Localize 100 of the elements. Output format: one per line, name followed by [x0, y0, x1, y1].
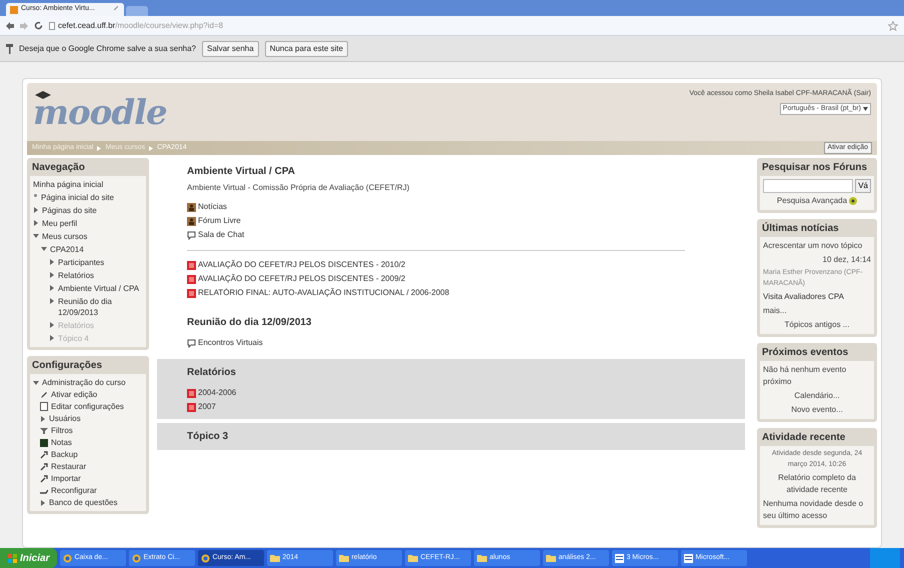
collapsed-arrow-icon[interactable]	[49, 298, 55, 304]
settings-link[interactable]: Restaurar	[51, 461, 86, 472]
forum-icon	[187, 202, 196, 212]
activity-link[interactable]: 2004-2006	[198, 387, 236, 399]
grades-icon	[40, 438, 48, 446]
calendar-link[interactable]: Calendário...	[763, 390, 871, 402]
no-events-text: Não há nenhum evento próximo	[763, 364, 848, 388]
nav-link[interactable]: Reunião do dia 12/09/2013	[58, 296, 143, 318]
activity-link[interactable]: AVALIAÇÃO DO CEFET/RJ PELOS DISCENTES - 2009/2	[198, 273, 406, 285]
settings-link[interactable]: Administração do curso	[42, 377, 126, 388]
block-title: Configurações	[31, 359, 104, 373]
news-headline[interactable]: Visita Avaliadores CPA	[763, 291, 871, 303]
block-title: Navegação	[31, 161, 86, 175]
advanced-search-link[interactable]: Pesquisa Avançada	[776, 195, 848, 207]
settings-link[interactable]: Filtros	[51, 425, 73, 436]
chat-bubble-icon	[187, 338, 196, 348]
folder-icon	[270, 554, 280, 562]
activity-link[interactable]: Sala de Chat	[198, 229, 244, 241]
forum-icon	[187, 216, 196, 226]
calendar-link[interactable]: Novo evento...	[763, 404, 871, 416]
section-title: Tópico 3	[187, 430, 230, 444]
funnel-icon	[40, 426, 48, 434]
block-title: Próximos eventos	[761, 346, 850, 360]
collapsed-arrow-icon[interactable]	[49, 322, 55, 328]
block-title: Atividade recente	[761, 431, 846, 445]
bullet-icon	[34, 194, 37, 197]
activity-link[interactable]: AVALIAÇÃO DO CEFET/RJ PELOS DISCENTES - 2010/2	[198, 259, 406, 271]
settings-link[interactable]: Usuários	[49, 413, 81, 424]
folder-icon	[477, 554, 488, 562]
activity-link[interactable]: Fórum Livre	[198, 215, 241, 227]
wrench-icon	[40, 462, 48, 470]
nav-link[interactable]: Ambiente Virtual / CPA	[58, 283, 140, 294]
settings-link[interactable]: Editar configurações	[51, 401, 124, 412]
activity-link[interactable]: Notícias	[198, 201, 227, 213]
browser-icon	[63, 554, 72, 562]
settings-link[interactable]: Banco de questões	[49, 497, 118, 508]
settings-link[interactable]: Ativar edição	[51, 389, 98, 400]
nav-link[interactable]: Minha página inicial	[33, 179, 104, 190]
collapsed-arrow-icon[interactable]	[49, 272, 55, 278]
windows-flag-icon	[8, 554, 17, 562]
collapsed-arrow-icon[interactable]	[49, 285, 55, 291]
collapsed-arrow-icon[interactable]	[33, 220, 39, 226]
activity-link[interactable]: Encontros Virtuais	[198, 337, 263, 349]
browser-icon	[132, 554, 142, 562]
search-field[interactable]	[763, 179, 854, 193]
folder-icon	[408, 554, 418, 562]
expanded-arrow-icon[interactable]	[33, 233, 39, 239]
collapsed-arrow-icon[interactable]	[40, 416, 46, 422]
activity-link[interactable]: 2007	[198, 401, 216, 413]
infobar-button[interactable]: Nunca para este site	[264, 40, 348, 56]
nav-link[interactable]: Participantes	[58, 257, 104, 268]
block-title: Pesquisar nos Fóruns	[761, 161, 868, 175]
back-icon[interactable]	[6, 22, 14, 30]
nav-link[interactable]: CPA2014	[50, 244, 84, 255]
go-button[interactable]: Vá	[855, 179, 871, 193]
block-title: Últimas notícias	[761, 222, 840, 236]
section-title: Reunião do dia 12/09/2013	[187, 316, 312, 330]
star-icon[interactable]	[888, 20, 898, 30]
reload-icon[interactable]	[34, 21, 43, 30]
settings-link[interactable]: Importar	[51, 473, 81, 484]
more-link[interactable]: mais...	[763, 305, 871, 317]
browser-icon	[201, 554, 210, 562]
news-date: 10 dez, 14:14	[822, 254, 871, 266]
document-icon	[40, 402, 48, 411]
document-icon	[684, 554, 694, 562]
nav-link[interactable]: Meus cursos	[42, 231, 88, 242]
dropdown-caret-icon	[863, 106, 868, 111]
infobar-message: Deseja que o Google Chrome salve a sua senha?	[19, 42, 196, 54]
key-icon	[6, 44, 13, 54]
expanded-arrow-icon[interactable]	[33, 380, 39, 386]
page-icon	[49, 22, 55, 30]
collapsed-arrow-icon[interactable]	[40, 500, 46, 506]
infobar-button[interactable]: Salvar senha	[202, 40, 259, 56]
full-report-link[interactable]: Relatório completo da atividade recente	[763, 472, 871, 496]
nav-link[interactable]: Páginas do site	[42, 205, 97, 216]
nav-link[interactable]: Página inicial do site	[41, 192, 114, 203]
moodle-favicon-icon	[10, 6, 18, 14]
older-topics-link[interactable]: Tópicos antigos ...	[763, 319, 871, 331]
add-topic-link[interactable]: Acrescentar um novo tópico	[763, 240, 871, 252]
start-button[interactable]: Iniciar	[0, 548, 58, 568]
document-icon	[615, 554, 624, 562]
expanded-arrow-icon[interactable]	[41, 246, 47, 252]
settings-link[interactable]: Notas	[51, 437, 72, 448]
nav-link[interactable]: Relatórios	[58, 270, 94, 281]
moodle-logo: moodle	[33, 90, 167, 135]
help-icon[interactable]	[849, 197, 858, 205]
wrench-icon	[40, 450, 48, 458]
collapsed-arrow-icon[interactable]	[49, 335, 55, 341]
collapsed-arrow-icon[interactable]	[33, 207, 39, 213]
separator-icon	[149, 146, 154, 150]
separator-icon	[97, 146, 102, 150]
collapsed-arrow-icon[interactable]	[49, 259, 55, 265]
settings-link[interactable]: Reconfigurar	[51, 485, 97, 496]
nav-link[interactable]: Meu perfil	[42, 218, 78, 229]
section-title: Ambiente Virtual / CPA	[187, 165, 296, 179]
section-title: Relatórios	[187, 366, 237, 380]
settings-link[interactable]: Backup	[51, 449, 78, 460]
wrench-icon	[40, 474, 48, 482]
activity-link[interactable]: RELATÓRIO FINAL: AUTO-AVALIAÇÃO INSTITUCIONAL / 2006-2008	[198, 287, 450, 299]
folder-icon	[339, 554, 350, 562]
